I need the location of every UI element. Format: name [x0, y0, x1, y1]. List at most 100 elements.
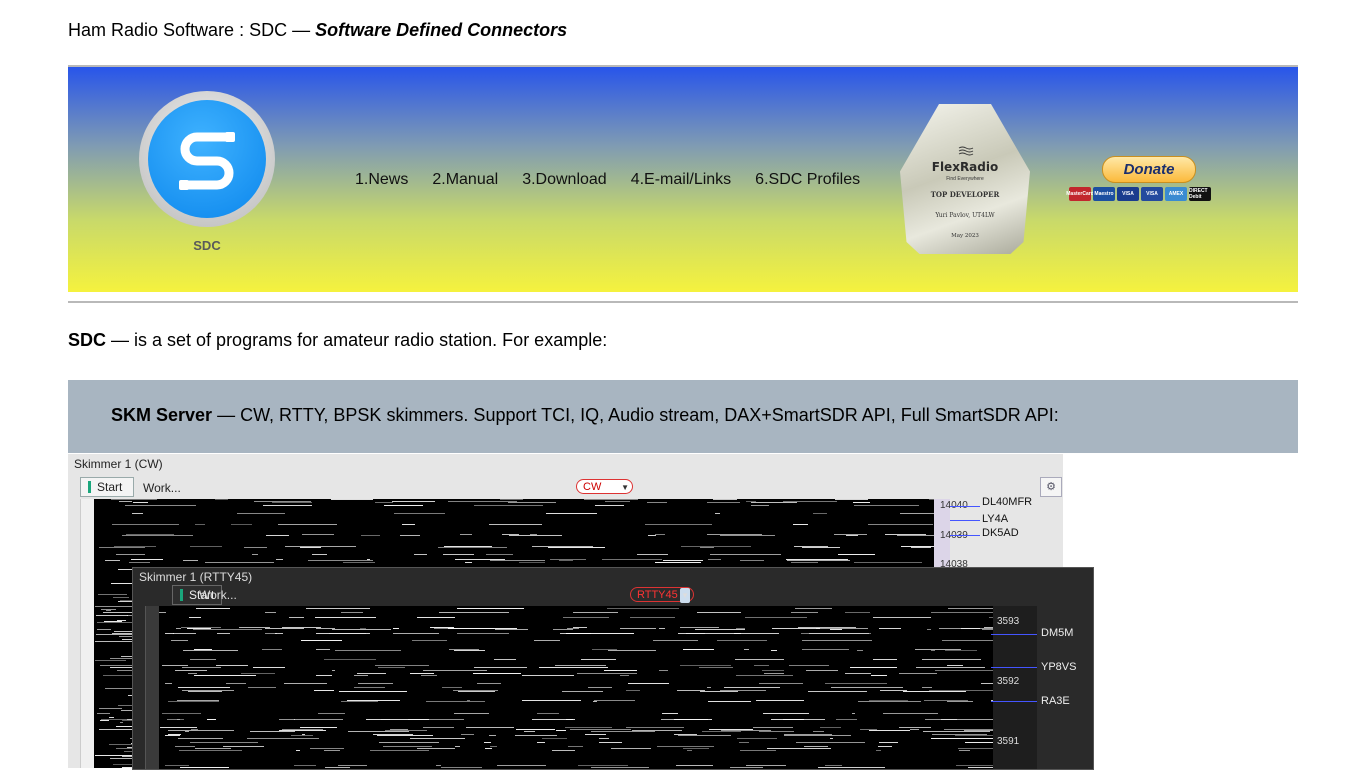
- waterfall-trace: [720, 535, 775, 536]
- callsign[interactable]: DM5M: [1041, 627, 1073, 639]
- waterfall-trace: [226, 683, 246, 684]
- waterfall-trace: [265, 612, 276, 613]
- skimmer-rtty-scrollbar[interactable]: [145, 606, 159, 769]
- waterfall-trace: [717, 640, 767, 641]
- waterfall-trace: [584, 499, 638, 500]
- nav-manual[interactable]: 2.Manual: [432, 171, 498, 189]
- waterfall-trace: [756, 700, 804, 701]
- waterfall-trace: [162, 665, 188, 666]
- waterfall-trace: [276, 559, 283, 560]
- waterfall-trace: [678, 735, 731, 736]
- waterfall-trace: [858, 701, 921, 702]
- waterfall-trace: [868, 524, 933, 525]
- visa-electron-icon: VISA: [1141, 187, 1163, 201]
- waterfall-trace: [813, 513, 827, 514]
- waterfall-trace: [490, 560, 545, 561]
- waterfall-trace: [175, 746, 195, 747]
- waterfall-trace: [555, 665, 606, 666]
- waterfall-trace: [683, 649, 714, 650]
- skimmer-cw-scrollbar[interactable]: [80, 499, 94, 768]
- waterfall-trace: [771, 650, 777, 651]
- waterfall-trace: [662, 713, 678, 714]
- waterfall-trace: [585, 734, 606, 735]
- waterfall-trace: [247, 738, 319, 739]
- mode-value: CW: [583, 481, 602, 493]
- waterfall-trace: [116, 554, 145, 555]
- waterfall-trace: [486, 554, 513, 555]
- waterfall-trace: [674, 719, 712, 720]
- waterfall-trace: [358, 683, 393, 684]
- callsign[interactable]: DK5AD: [982, 527, 1019, 539]
- waterfall-trace: [911, 547, 931, 548]
- waterfall-trace: [626, 690, 640, 691]
- waterfall-trace: [436, 765, 441, 766]
- waterfall-trace: [381, 719, 390, 720]
- waterfall-trace: [165, 683, 172, 684]
- waterfall-trace: [834, 534, 867, 535]
- waterfall-trace: [241, 673, 275, 674]
- waterfall-trace: [423, 727, 454, 728]
- sdc-logo[interactable]: [139, 91, 275, 227]
- waterfall-trace: [183, 650, 238, 651]
- nav-download[interactable]: 3.Download: [522, 171, 607, 189]
- waterfall-trace: [489, 524, 542, 525]
- waterfall-trace: [562, 691, 603, 692]
- waterfall-trace: [195, 748, 231, 749]
- skimmer-rtty-waterfall[interactable]: [159, 606, 993, 769]
- waterfall-trace: [702, 731, 741, 732]
- waterfall-trace: [754, 665, 769, 666]
- payment-cards: MasterCard Maestro VISA VISA AMEX DIRECT…: [1066, 187, 1211, 201]
- waterfall-trace: [674, 734, 697, 735]
- waterfall-trace: [291, 735, 313, 736]
- waterfall-trace: [787, 560, 850, 561]
- waterfall-trace: [272, 502, 312, 503]
- waterfall-trace: [854, 505, 919, 506]
- callsign[interactable]: YP8VS: [1041, 661, 1076, 673]
- waterfall-trace: [244, 547, 267, 548]
- skm-server-section: SKM Server — CW, RTTY, BPSK skimmers. Su…: [68, 380, 1298, 453]
- skimmer-rtty-mode-select[interactable]: RTTY45 ▼: [630, 587, 694, 603]
- waterfall-trace: [876, 750, 881, 751]
- skimmer-cw-start-button[interactable]: Start: [80, 477, 134, 497]
- callsign[interactable]: LY4A: [982, 513, 1008, 525]
- award-brand: FlexRadio: [931, 160, 999, 174]
- waterfall-trace: [444, 546, 492, 547]
- waterfall-trace: [133, 502, 148, 503]
- nav-sdc-profiles[interactable]: 6.SDC Profiles: [755, 171, 860, 189]
- waterfall-trace: [537, 713, 559, 714]
- title-emphasis: Software Defined Connectors: [315, 20, 568, 40]
- callsign[interactable]: DL40MFR: [982, 496, 1032, 508]
- waterfall-trace: [122, 535, 193, 536]
- waterfall-trace: [959, 750, 970, 751]
- waterfall-trace: [745, 617, 807, 618]
- waterfall-trace: [956, 765, 993, 766]
- spot-marker: [950, 520, 980, 521]
- waterfall-trace: [177, 700, 219, 701]
- callsign[interactable]: RA3E: [1041, 695, 1070, 707]
- waterfall-trace: [410, 673, 434, 674]
- waterfall-trace: [300, 727, 337, 728]
- gear-icon[interactable]: ⚙: [1040, 477, 1062, 497]
- waterfall-trace: [573, 627, 587, 628]
- waterfall-trace: [721, 730, 771, 731]
- waterfall-trace: [332, 629, 391, 630]
- waterfall-trace: [550, 559, 586, 560]
- donate-button[interactable]: Donate: [1102, 156, 1196, 183]
- waterfall-trace: [687, 750, 692, 751]
- nav-email-links[interactable]: 4.E-mail/Links: [631, 171, 731, 189]
- flexradio-award-image: FlexRadio Find Everywhere TOP DEVELOPER …: [900, 104, 1030, 254]
- waterfall-trace: [831, 687, 903, 688]
- waterfall-trace: [713, 499, 737, 500]
- waterfall-trace: [183, 560, 198, 561]
- waterfall-trace: [421, 675, 437, 676]
- waterfall-trace: [771, 719, 804, 720]
- waterfall-trace: [648, 535, 656, 536]
- waterfall-trace: [375, 665, 429, 666]
- nav-news[interactable]: 1.News: [355, 171, 408, 189]
- waterfall-trace: [604, 670, 637, 671]
- waterfall-trace: [195, 524, 205, 525]
- waterfall-trace: [816, 628, 868, 629]
- waterfall-trace: [179, 750, 242, 751]
- skimmer-cw-mode-select[interactable]: CW ▼: [576, 479, 633, 494]
- skm-bold: SKM Server: [111, 405, 213, 425]
